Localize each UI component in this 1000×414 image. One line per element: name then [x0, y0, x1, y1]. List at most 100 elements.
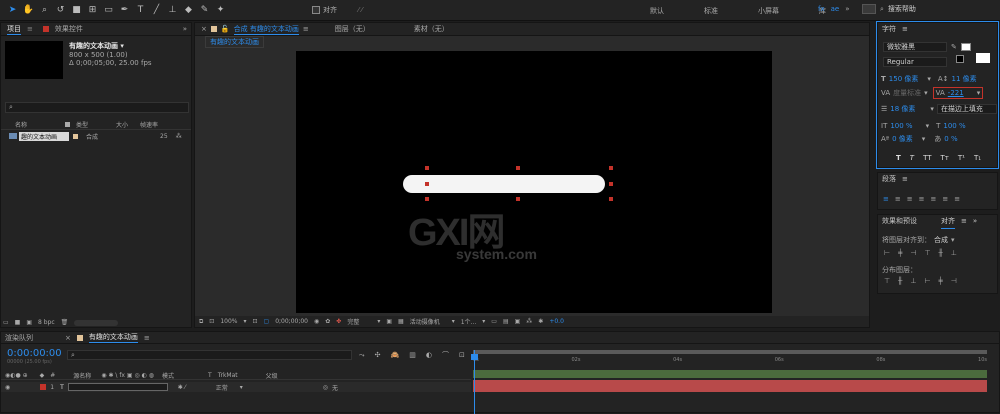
tab-effects-presets[interactable]: 效果和预设	[882, 215, 917, 228]
panel-overflow-icon[interactable]: »	[973, 215, 977, 228]
panel-toggle-icon[interactable]	[862, 4, 876, 14]
frame-blending-icon[interactable]: ▥	[409, 351, 416, 359]
table-row[interactable]: ◉ 1 T ✱ ⁄ 正常 ▾ ◎ 无	[1, 382, 471, 392]
justify-all-icon[interactable]: ≡	[954, 195, 960, 203]
views-dropdown[interactable]: 1个...	[461, 317, 477, 326]
zoom-dropdown[interactable]: 100%	[220, 318, 237, 325]
tab-layer[interactable]: 图层（无）	[335, 24, 370, 34]
fill-color-swatch[interactable]	[960, 43, 971, 51]
tracking-field[interactable]: VA -221 ▾	[932, 87, 984, 99]
close-tab-icon[interactable]: ×	[201, 25, 207, 33]
justify-right-icon[interactable]: ≡	[942, 195, 948, 203]
toggle-transparency-icon[interactable]: ▣	[386, 318, 392, 325]
exposure-value[interactable]: +0.0	[549, 318, 564, 325]
workspace-small-screen[interactable]: 小屏幕	[758, 6, 779, 16]
new-folder-icon[interactable]: ■	[15, 319, 21, 326]
bpc-button[interactable]: 8 bpc	[38, 319, 55, 326]
tab-timeline-comp[interactable]: 有趣的文本动画	[88, 332, 138, 343]
type-tool-icon[interactable]: T	[134, 4, 147, 17]
align-bottom-edges-icon[interactable]: ⊥	[951, 249, 957, 257]
graph-toggle-icon[interactable]: ⊡	[459, 351, 465, 359]
layer-duration-bar[interactable]	[473, 380, 987, 392]
rectangle-tool-icon[interactable]: ▭	[102, 4, 115, 17]
timeline-search-field[interactable]: ⌕	[67, 350, 352, 360]
stroke-type-dropdown[interactable]: 在描边上填充	[936, 104, 997, 114]
list-item[interactable]: 趣的文本动画 合成 25 ⁂	[1, 131, 191, 141]
column-parent[interactable]: 父级	[266, 371, 278, 380]
distribute-right-icon[interactable]: ⊣	[951, 277, 957, 285]
camera-tool-icon[interactable]: ■	[70, 4, 83, 17]
superscript-button[interactable]: T¹	[958, 154, 965, 162]
delete-icon[interactable]: 🗑	[61, 319, 69, 326]
all-caps-button[interactable]: TT	[923, 154, 931, 162]
tab-effect-controls[interactable]: 效果控件	[55, 24, 83, 34]
comp-viewer[interactable]: GXI网 system.com	[296, 51, 772, 313]
tab-render-queue[interactable]: 渲染队列	[5, 333, 33, 343]
zoom-tool-icon[interactable]: ⌕	[38, 4, 51, 17]
align-top-edges-icon[interactable]: ⊤	[924, 249, 930, 257]
layer-name-field[interactable]	[67, 383, 168, 391]
transform-handle[interactable]	[516, 197, 520, 201]
transform-handle[interactable]	[425, 166, 429, 170]
puppet-pin-tool-icon[interactable]: ✦	[214, 4, 227, 17]
panel-menu-icon[interactable]: ≡	[27, 25, 33, 33]
subscript-button[interactable]: T₁	[974, 154, 981, 162]
thumbnail-slider[interactable]	[74, 319, 119, 326]
new-comp-icon[interactable]: ▣	[26, 319, 32, 326]
transform-handle[interactable]	[425, 182, 429, 186]
faux-italic-button[interactable]: T	[910, 154, 914, 162]
horizontal-scale-value[interactable]: 100 %	[943, 122, 965, 130]
always-preview-icon[interactable]: ⧉	[199, 318, 203, 326]
item-name[interactable]: 趣的文本动画	[19, 131, 69, 141]
swap-colors-icon[interactable]	[976, 53, 990, 63]
font-size-value[interactable]: 150 像素	[889, 74, 919, 84]
column-size[interactable]: 大小	[116, 120, 128, 129]
align-right-icon[interactable]: ≡	[907, 195, 913, 203]
breadcrumb[interactable]: 有趣的文本动画	[205, 36, 264, 48]
panel-menu-icon[interactable]: ≡	[144, 334, 150, 342]
column-source-name[interactable]: 源名称	[73, 371, 91, 380]
flowchart-icon[interactable]: ⁂	[526, 318, 532, 325]
tsume-value[interactable]: 0 %	[944, 135, 957, 143]
tab-composition[interactable]: 合成 有趣的文本动画	[233, 24, 299, 35]
snap-checkbox-icon[interactable]	[312, 6, 320, 14]
pickwhip-icon[interactable]: ◎	[323, 384, 328, 391]
roto-brush-tool-icon[interactable]: ✎	[198, 4, 211, 17]
lock-icon[interactable]: 🔓	[221, 25, 230, 33]
timeline-icon[interactable]: ▣	[515, 318, 521, 325]
align-horizontal-center-icon[interactable]: ╪	[898, 249, 902, 257]
tab-project[interactable]: 项目	[7, 24, 21, 35]
fit-icon[interactable]: ⊡	[253, 318, 258, 325]
justify-center-icon[interactable]: ≡	[931, 195, 937, 203]
small-caps-button[interactable]: Tт	[941, 154, 949, 162]
motion-blur-icon[interactable]: ◐	[426, 351, 432, 359]
toggle-pixel-aspect-icon[interactable]: ▭	[491, 318, 497, 325]
kerning-value[interactable]: 度量标准	[893, 88, 921, 98]
shy-layers-icon[interactable]: 🙈	[390, 351, 399, 359]
vertical-scale-value[interactable]: 100 %	[890, 122, 912, 130]
faux-bold-button[interactable]: T	[896, 154, 901, 162]
layer-parent-dropdown[interactable]: 无	[332, 383, 338, 392]
layer-label-color[interactable]	[40, 384, 47, 390]
color-channels-icon[interactable]: ✤	[336, 318, 341, 325]
eraser-tool-icon[interactable]: ◆	[182, 4, 195, 17]
eyedropper-icon[interactable]: ✎	[951, 43, 957, 51]
text-layer-bar[interactable]	[403, 175, 605, 193]
pan-behind-tool-icon[interactable]: ⊞	[86, 4, 99, 17]
close-tab-icon[interactable]: ×	[65, 334, 71, 342]
comp-timecode[interactable]: 0;00;00;00	[275, 318, 308, 325]
workspace-more-icon[interactable]: »	[845, 5, 849, 13]
distribute-bottom-icon[interactable]: ⊥	[910, 277, 916, 285]
label-column-icon[interactable]	[65, 122, 71, 127]
align-left-icon[interactable]: ≡	[883, 195, 889, 203]
align-to-dropdown[interactable]: 合成	[934, 235, 948, 245]
justify-left-icon[interactable]: ≡	[919, 195, 925, 203]
distribute-top-icon[interactable]: ⊤	[884, 277, 890, 285]
work-area-bar[interactable]	[473, 350, 987, 354]
clone-stamp-tool-icon[interactable]: ⊥	[166, 4, 179, 17]
distribute-vertical-center-icon[interactable]: ╫	[898, 277, 902, 285]
workspace-ae-icon[interactable]: ae	[831, 5, 840, 13]
transform-handle[interactable]	[609, 166, 613, 170]
snapshot-icon[interactable]: ◉	[314, 318, 319, 325]
camera-dropdown[interactable]: 活动摄像机	[410, 317, 440, 326]
